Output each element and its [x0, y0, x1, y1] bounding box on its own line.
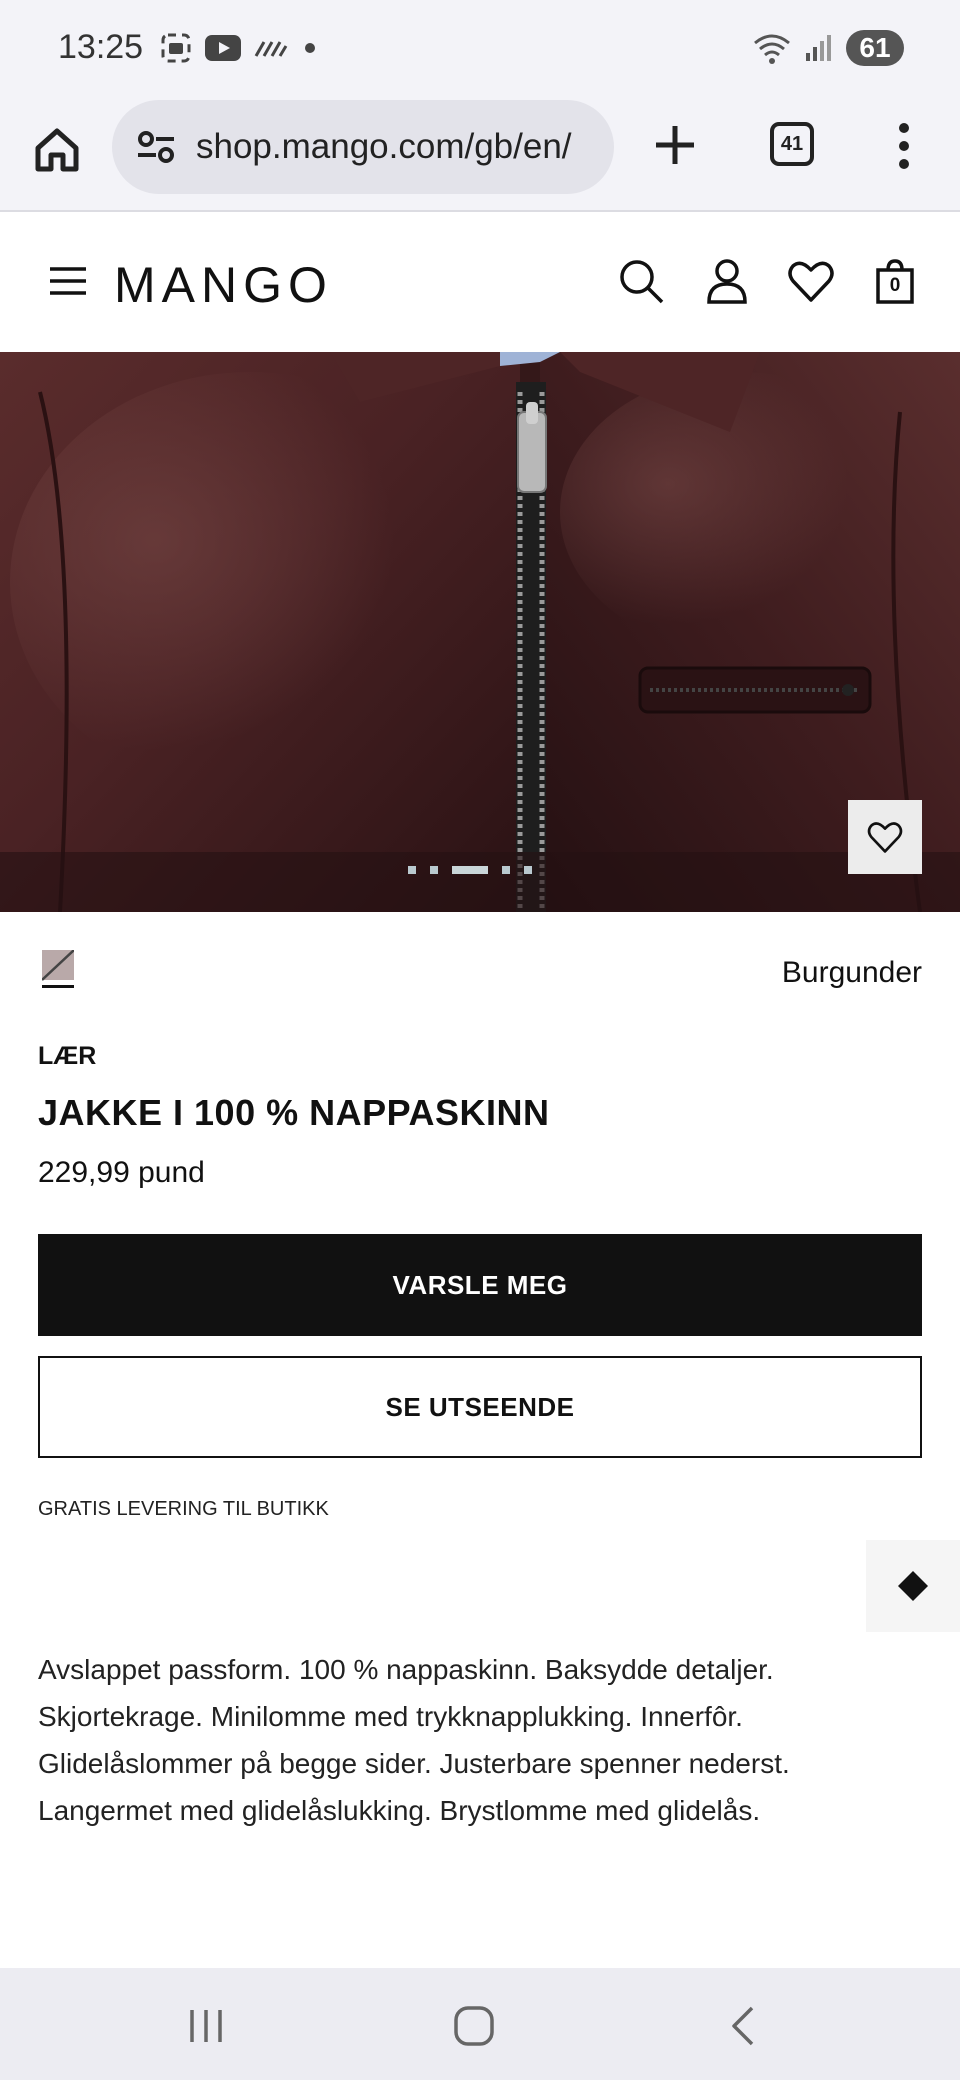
menu-icon[interactable]: [48, 264, 88, 298]
carousel-dot[interactable]: [524, 866, 532, 874]
carousel-dot[interactable]: [408, 866, 416, 874]
recents-icon[interactable]: [184, 2004, 228, 2048]
home-icon[interactable]: [30, 122, 84, 176]
tab-count: 41: [780, 132, 804, 155]
product-price: 229,99 pund: [38, 1156, 205, 1189]
back-icon[interactable]: [722, 2004, 766, 2048]
delivery-note: GRATIS LEVERING TIL BUTIKK: [38, 1498, 329, 1520]
search-icon[interactable]: [616, 256, 666, 306]
status-bar: 13:25 61: [0, 0, 960, 96]
color-name: Burgunder: [781, 956, 922, 989]
carousel-dot[interactable]: [430, 866, 438, 874]
account-icon[interactable]: [702, 256, 752, 306]
signal-dashes-icon: [254, 41, 288, 57]
color-selector: Burgunder: [38, 946, 922, 1006]
tune-icon[interactable]: [136, 127, 176, 167]
carousel-dot[interactable]: [502, 866, 510, 874]
product-title: JAKKE I 100 % NAPPASKINN: [38, 1092, 550, 1133]
tabs-icon[interactable]: 41: [770, 122, 814, 166]
product-description: Avslappet passform. 100 % nappaskinn. Ba…: [38, 1654, 790, 1826]
system-nav-bar: [0, 1968, 960, 2080]
plus-icon[interactable]: [648, 118, 702, 172]
carousel-dots: [408, 866, 532, 874]
status-icons-right: 61: [752, 30, 904, 66]
color-swatch[interactable]: [42, 950, 74, 988]
floating-action-button[interactable]: [866, 1540, 960, 1632]
product-category: LÆR: [38, 1042, 97, 1070]
diamond-icon: [898, 1571, 928, 1601]
site-header: MANGO 0: [0, 214, 960, 352]
address-bar[interactable]: shop.mango.com/gb/en/: [112, 100, 614, 194]
heart-icon: [867, 822, 903, 853]
status-time: 13:25: [58, 28, 144, 66]
url-text[interactable]: shop.mango.com/gb/en/: [196, 127, 572, 167]
youtube-icon: [205, 35, 241, 61]
battery-icon: 61: [846, 30, 904, 66]
bag-icon[interactable]: 0: [870, 256, 920, 306]
browser-toolbar: shop.mango.com/gb/en/ 41: [0, 96, 960, 212]
dot-icon: [305, 43, 315, 53]
more-vert-icon[interactable]: [886, 118, 922, 174]
see-look-button[interactable]: SE UTSEENDE: [38, 1356, 922, 1458]
carousel-dot-active[interactable]: [452, 866, 488, 874]
notify-me-button[interactable]: VARSLE MEG: [38, 1234, 922, 1336]
heart-icon[interactable]: [786, 256, 836, 306]
screenshot-icon: [161, 33, 191, 63]
brand-logo[interactable]: MANGO: [114, 256, 333, 314]
add-to-favorites-button[interactable]: [848, 800, 922, 874]
status-icons-left: [160, 32, 320, 64]
cell-signal-icon: [806, 35, 831, 61]
jacket-image: [0, 352, 960, 912]
home-nav-icon[interactable]: [452, 2004, 496, 2048]
bag-count: 0: [889, 275, 901, 296]
product-image[interactable]: [0, 352, 960, 912]
wifi-icon: [754, 34, 790, 64]
